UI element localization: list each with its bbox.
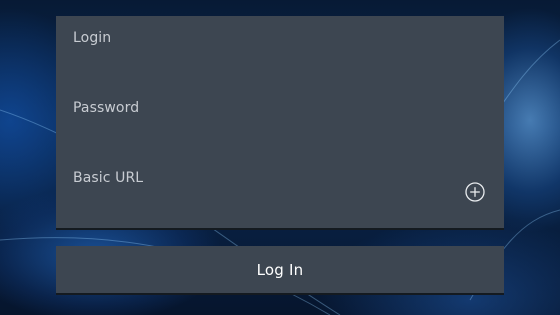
login-label: Login — [73, 30, 112, 46]
login-field[interactable]: Login — [56, 16, 504, 88]
plus-circle-icon[interactable] — [465, 182, 485, 202]
log-in-button[interactable]: Log In — [56, 246, 504, 295]
password-label: Password — [73, 100, 140, 116]
basic-url-field[interactable]: Basic URL — [56, 156, 504, 230]
log-in-button-label: Log In — [256, 260, 304, 279]
basic-url-label: Basic URL — [73, 170, 144, 186]
password-field[interactable]: Password — [56, 86, 504, 158]
